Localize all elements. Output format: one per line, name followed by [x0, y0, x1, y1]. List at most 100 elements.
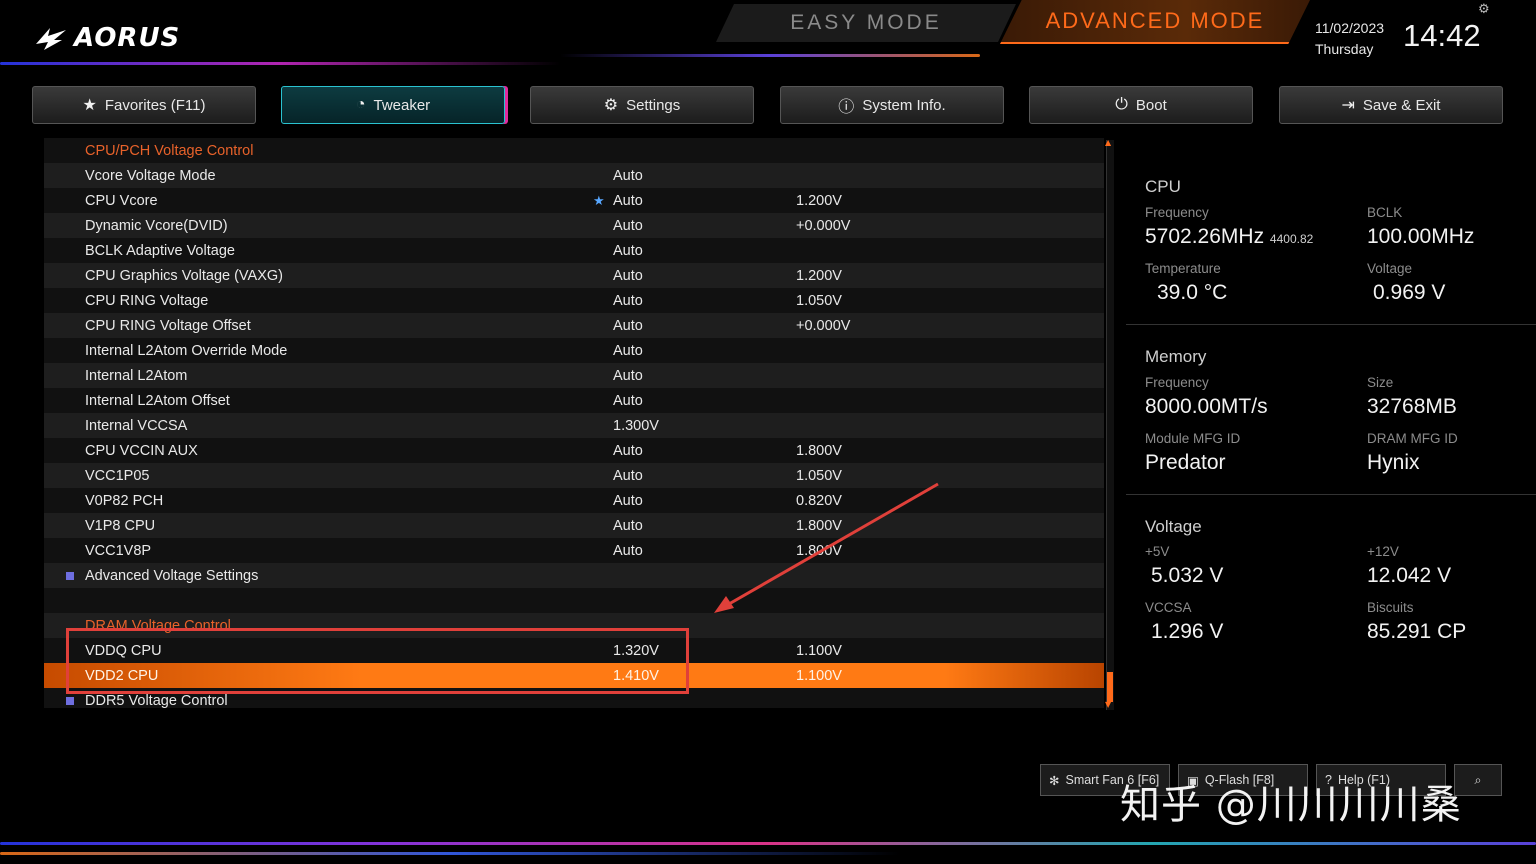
- setting-value[interactable]: Auto: [613, 243, 643, 259]
- submenu-label: DDR5 Voltage Control: [85, 692, 228, 709]
- module-mfg-value: Predator: [1145, 451, 1226, 474]
- tab-label: Tweaker: [373, 96, 431, 114]
- date-display: 11/02/2023 Thursday: [1315, 18, 1384, 60]
- tab-system-info[interactable]: ⓘ System Info.: [780, 86, 1004, 124]
- submenu-bullet-icon: [66, 696, 74, 705]
- gear-icon: ⚙: [603, 97, 619, 114]
- tab-label: Settings: [626, 96, 681, 114]
- eagle-icon: [36, 28, 66, 50]
- memory-size-value: 32768MB: [1367, 395, 1457, 418]
- scrollbar-track[interactable]: [1106, 140, 1114, 710]
- setting-row[interactable]: Internal L2Atom Offset Auto: [44, 388, 1104, 413]
- setting-name: CPU Graphics Voltage (VAXG): [85, 267, 283, 284]
- decor-streak: [0, 852, 900, 855]
- setting-value[interactable]: Auto: [613, 468, 643, 484]
- setting-row[interactable]: Internal L2Atom Override Mode Auto: [44, 338, 1104, 363]
- setting-row[interactable]: BCLK Adaptive Voltage Auto: [44, 238, 1104, 263]
- tab-boot[interactable]: ⏻ Boot: [1029, 86, 1253, 124]
- settings-gear-icon[interactable]: ⚙: [1478, 2, 1490, 17]
- easy-mode-button[interactable]: EASY MODE: [716, 4, 1016, 42]
- setting-name: CPU Vcore: [85, 192, 158, 209]
- setting-row[interactable]: CPU Vcore ★ Auto 1.200V: [44, 188, 1104, 213]
- memory-frequency-label: Frequency: [1145, 375, 1209, 390]
- search-icon: ⌕: [1474, 772, 1482, 787]
- setting-value[interactable]: Auto: [613, 318, 643, 334]
- cpu-section-title: CPU: [1145, 177, 1181, 196]
- panel-divider: [1126, 324, 1536, 325]
- setting-value[interactable]: Auto: [613, 493, 643, 509]
- cpu-frequency-main: 5702.26MHz: [1145, 225, 1265, 248]
- v5-label: +5V: [1145, 544, 1170, 559]
- bclk-label: BCLK: [1367, 205, 1403, 220]
- tab-label: Boot: [1135, 96, 1167, 114]
- cpu-frequency-sub: 4400.82: [1269, 232, 1314, 246]
- setting-name: VCC1P05: [85, 467, 150, 484]
- setting-row[interactable]: CPU VCCIN AUX Auto 1.800V: [44, 438, 1104, 463]
- advanced-mode-button[interactable]: ADVANCED MODE: [1000, 0, 1310, 44]
- setting-current: 1.050V: [796, 292, 842, 309]
- date-text: 11/02/2023: [1315, 20, 1385, 36]
- tab-tweaker[interactable]: ◔ Tweaker: [281, 86, 505, 124]
- tab-label: System Info.: [862, 96, 946, 114]
- submenu-label: Advanced Voltage Settings: [85, 567, 259, 584]
- setting-value[interactable]: Auto: [613, 368, 643, 384]
- info-icon: ⓘ: [838, 99, 855, 116]
- scroll-down-arrow-icon[interactable]: ▼: [1105, 700, 1111, 709]
- setting-value[interactable]: Auto: [613, 393, 643, 409]
- setting-value[interactable]: Auto: [613, 443, 643, 459]
- scroll-up-arrow-icon[interactable]: ▲: [1105, 138, 1111, 147]
- tab-settings[interactable]: ⚙ Settings: [530, 86, 754, 124]
- section-title: CPU/PCH Voltage Control: [85, 142, 254, 159]
- setting-value[interactable]: Auto: [613, 343, 643, 359]
- memory-section-title: Memory: [1145, 347, 1207, 366]
- setting-name: CPU RING Voltage: [85, 292, 209, 309]
- setting-current: +0.000V: [796, 217, 851, 234]
- module-mfg-label: Module MFG ID: [1145, 431, 1241, 446]
- setting-row[interactable]: CPU Graphics Voltage (VAXG) Auto 1.200V: [44, 263, 1104, 288]
- voltage-section-title: Voltage: [1145, 517, 1202, 536]
- tab-save-exit[interactable]: ⇥ Save & Exit: [1279, 86, 1503, 124]
- setting-row[interactable]: Dynamic Vcore(DVID) Auto +0.000V: [44, 213, 1104, 238]
- setting-current: 1.800V: [796, 442, 842, 459]
- favorite-star-icon[interactable]: ★: [593, 193, 605, 209]
- logo-text: AORUS: [74, 23, 181, 53]
- bclk-value: 100.00MHz: [1367, 225, 1475, 248]
- setting-name: V1P8 CPU: [85, 517, 156, 534]
- setting-name: Vcore Voltage Mode: [85, 167, 216, 184]
- watermark-text: 知乎 @川川川川桑: [1120, 782, 1462, 828]
- v5-value: 5.032 V: [1151, 564, 1224, 587]
- speedometer-icon: ◔: [355, 96, 366, 113]
- cpu-voltage-value: 0.969 V: [1373, 281, 1446, 304]
- setting-name: Internal L2Atom: [85, 367, 188, 384]
- cpu-temp-label: Temperature: [1145, 261, 1221, 276]
- setting-name: Internal L2Atom Override Mode: [85, 342, 288, 359]
- setting-value[interactable]: 1.300V: [613, 418, 659, 434]
- tab-favorites[interactable]: ★ Favorites (F11): [32, 86, 256, 124]
- tab-label: Favorites (F11): [104, 96, 206, 114]
- panel-divider: [1126, 494, 1536, 495]
- setting-value[interactable]: Auto: [613, 518, 643, 534]
- scrollbar-thumb[interactable]: [1107, 672, 1113, 702]
- setting-value[interactable]: Auto: [613, 543, 643, 559]
- setting-value[interactable]: Auto: [613, 293, 643, 309]
- setting-name: VCC1V8P: [85, 542, 152, 559]
- setting-value[interactable]: Auto: [613, 193, 643, 209]
- setting-row[interactable]: Internal VCCSA 1.300V: [44, 413, 1104, 438]
- setting-value[interactable]: Auto: [613, 168, 643, 184]
- setting-name: Dynamic Vcore(DVID): [85, 217, 228, 234]
- memory-size-label: Size: [1367, 375, 1394, 390]
- annotation-highlight-box: [66, 628, 689, 694]
- setting-row[interactable]: CPU RING Voltage Auto 1.050V: [44, 288, 1104, 313]
- setting-row[interactable]: Vcore Voltage Mode Auto: [44, 163, 1104, 188]
- setting-row[interactable]: Internal L2Atom Auto: [44, 363, 1104, 388]
- decor-streak: [0, 62, 560, 65]
- v12-label: +12V: [1367, 544, 1399, 559]
- power-icon: ⏻: [1115, 96, 1128, 113]
- time-display: 14:42: [1403, 18, 1481, 53]
- setting-current: 1.200V: [796, 267, 842, 284]
- setting-value[interactable]: Auto: [613, 218, 643, 234]
- setting-value[interactable]: Auto: [613, 268, 643, 284]
- setting-row[interactable]: CPU RING Voltage Offset Auto +0.000V: [44, 313, 1104, 338]
- exit-icon: ⇥: [1341, 97, 1355, 114]
- cpu-frequency-label: Frequency: [1145, 205, 1209, 220]
